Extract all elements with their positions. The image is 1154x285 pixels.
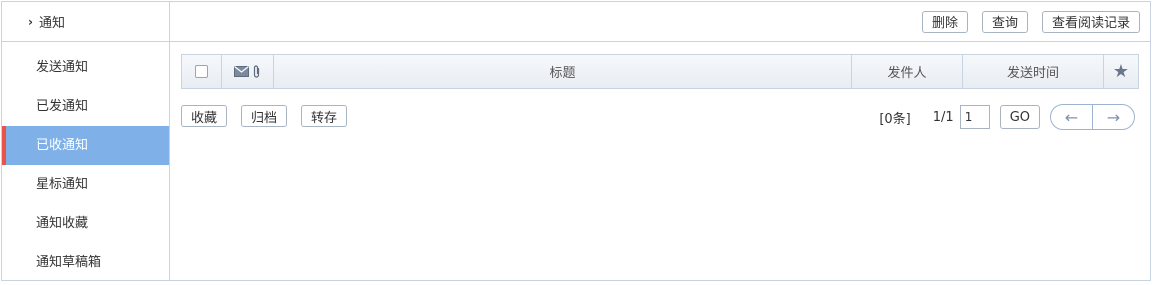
column-sender[interactable]: 发件人 [852,55,963,88]
select-all-checkbox[interactable] [195,65,208,78]
bulk-actions: 收藏 归档 转存 [181,105,348,127]
notice-window: › 通知 发送通知 已发通知 已收通知 星标通知 通知收藏 通知草稿箱 删除 查… [1,1,1151,281]
sidebar-list: 发送通知 已发通知 已收通知 星标通知 通知收藏 通知草稿箱 [2,42,169,282]
toolbar: 删除 查询 查看阅读记录 [170,2,1150,42]
archive-button[interactable]: 归档 [241,105,288,127]
attachment-icon [253,65,260,78]
sidebar-item-send-notice[interactable]: 发送通知 [2,48,169,87]
prev-page-arrow-icon[interactable]: ← [1051,105,1093,129]
query-button[interactable]: 查询 [981,10,1028,33]
sidebar: › 通知 发送通知 已发通知 已收通知 星标通知 通知收藏 通知草稿箱 [2,2,170,280]
record-count: [0条] [879,111,911,127]
page-number-input[interactable] [959,105,990,129]
column-send-time[interactable]: 发送时间 [963,55,1104,88]
notice-table-header: 标题 发件人 发送时间 ★ [181,54,1139,89]
favorite-button[interactable]: 收藏 [181,105,228,127]
star-column-header[interactable]: ★ [1104,55,1138,88]
chevron-right-icon: › [28,14,33,29]
sidebar-item-received-notices[interactable]: 已收通知 [2,126,169,165]
pagination: [0条] 1/1 GO ← → [879,104,1135,130]
go-button[interactable]: GO [999,105,1040,129]
view-read-records-button[interactable]: 查看阅读记录 [1041,10,1140,33]
sidebar-header[interactable]: › 通知 [2,2,169,42]
sidebar-header-label: 通知 [38,16,65,31]
page-nav: ← → [1050,104,1135,130]
main-panel: 删除 查询 查看阅读记录 标题 发件人 发送时间 ★ 收藏 归档 转存 [0条]… [170,2,1150,280]
delete-button[interactable]: 删除 [921,10,968,33]
page-indicator: 1/1 [932,109,954,125]
next-page-arrow-icon[interactable]: → [1093,105,1134,129]
sidebar-item-notice-drafts[interactable]: 通知草稿箱 [2,243,169,282]
icon-column-header [222,55,274,88]
forward-button[interactable]: 转存 [301,105,348,127]
envelope-icon [234,66,249,77]
star-icon: ★ [1112,61,1130,82]
sidebar-item-starred-notices[interactable]: 星标通知 [2,165,169,204]
sidebar-item-sent-notices[interactable]: 已发通知 [2,87,169,126]
sidebar-item-notice-favorites[interactable]: 通知收藏 [2,204,169,243]
select-all-cell [182,55,222,88]
column-title[interactable]: 标题 [274,55,852,88]
